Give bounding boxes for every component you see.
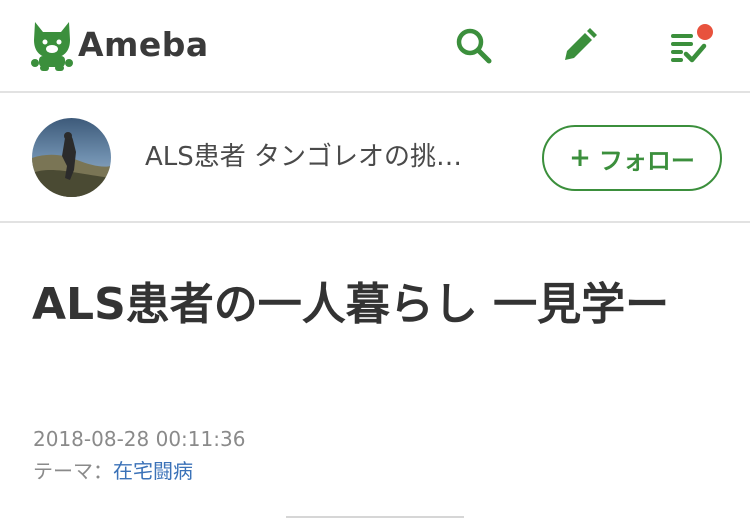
ameba-mascot-icon (31, 22, 73, 71)
follow-label: フォロー (598, 146, 695, 175)
app-header: Ameba (0, 0, 750, 93)
theme-label: テーマ： (33, 459, 113, 483)
article-title: ALS患者の一人暮らし 一見学ー (32, 279, 670, 330)
plus-icon: + (569, 143, 591, 173)
blog-title[interactable]: ALS患者 タンゴレオの挑… (145, 139, 495, 175)
logo-text: Ameba (78, 25, 209, 64)
follow-button[interactable]: + フォロー (542, 125, 722, 191)
blog-info-bar: ALS患者 タンゴレオの挑… + フォロー (0, 95, 750, 223)
section-divider (286, 516, 464, 518)
ameba-logo[interactable]: Ameba (30, 18, 209, 72)
edit-icon[interactable] (557, 24, 601, 68)
article-date: 2018-08-28 00:11:36 (33, 427, 246, 451)
search-icon[interactable] (452, 24, 496, 68)
blog-avatar[interactable] (32, 118, 111, 197)
theme-link[interactable]: 在宅闘病 (113, 459, 193, 483)
article-theme: テーマ：在宅闘病 (33, 458, 193, 484)
avatar-photo (32, 118, 111, 197)
notification-badge (697, 24, 713, 40)
